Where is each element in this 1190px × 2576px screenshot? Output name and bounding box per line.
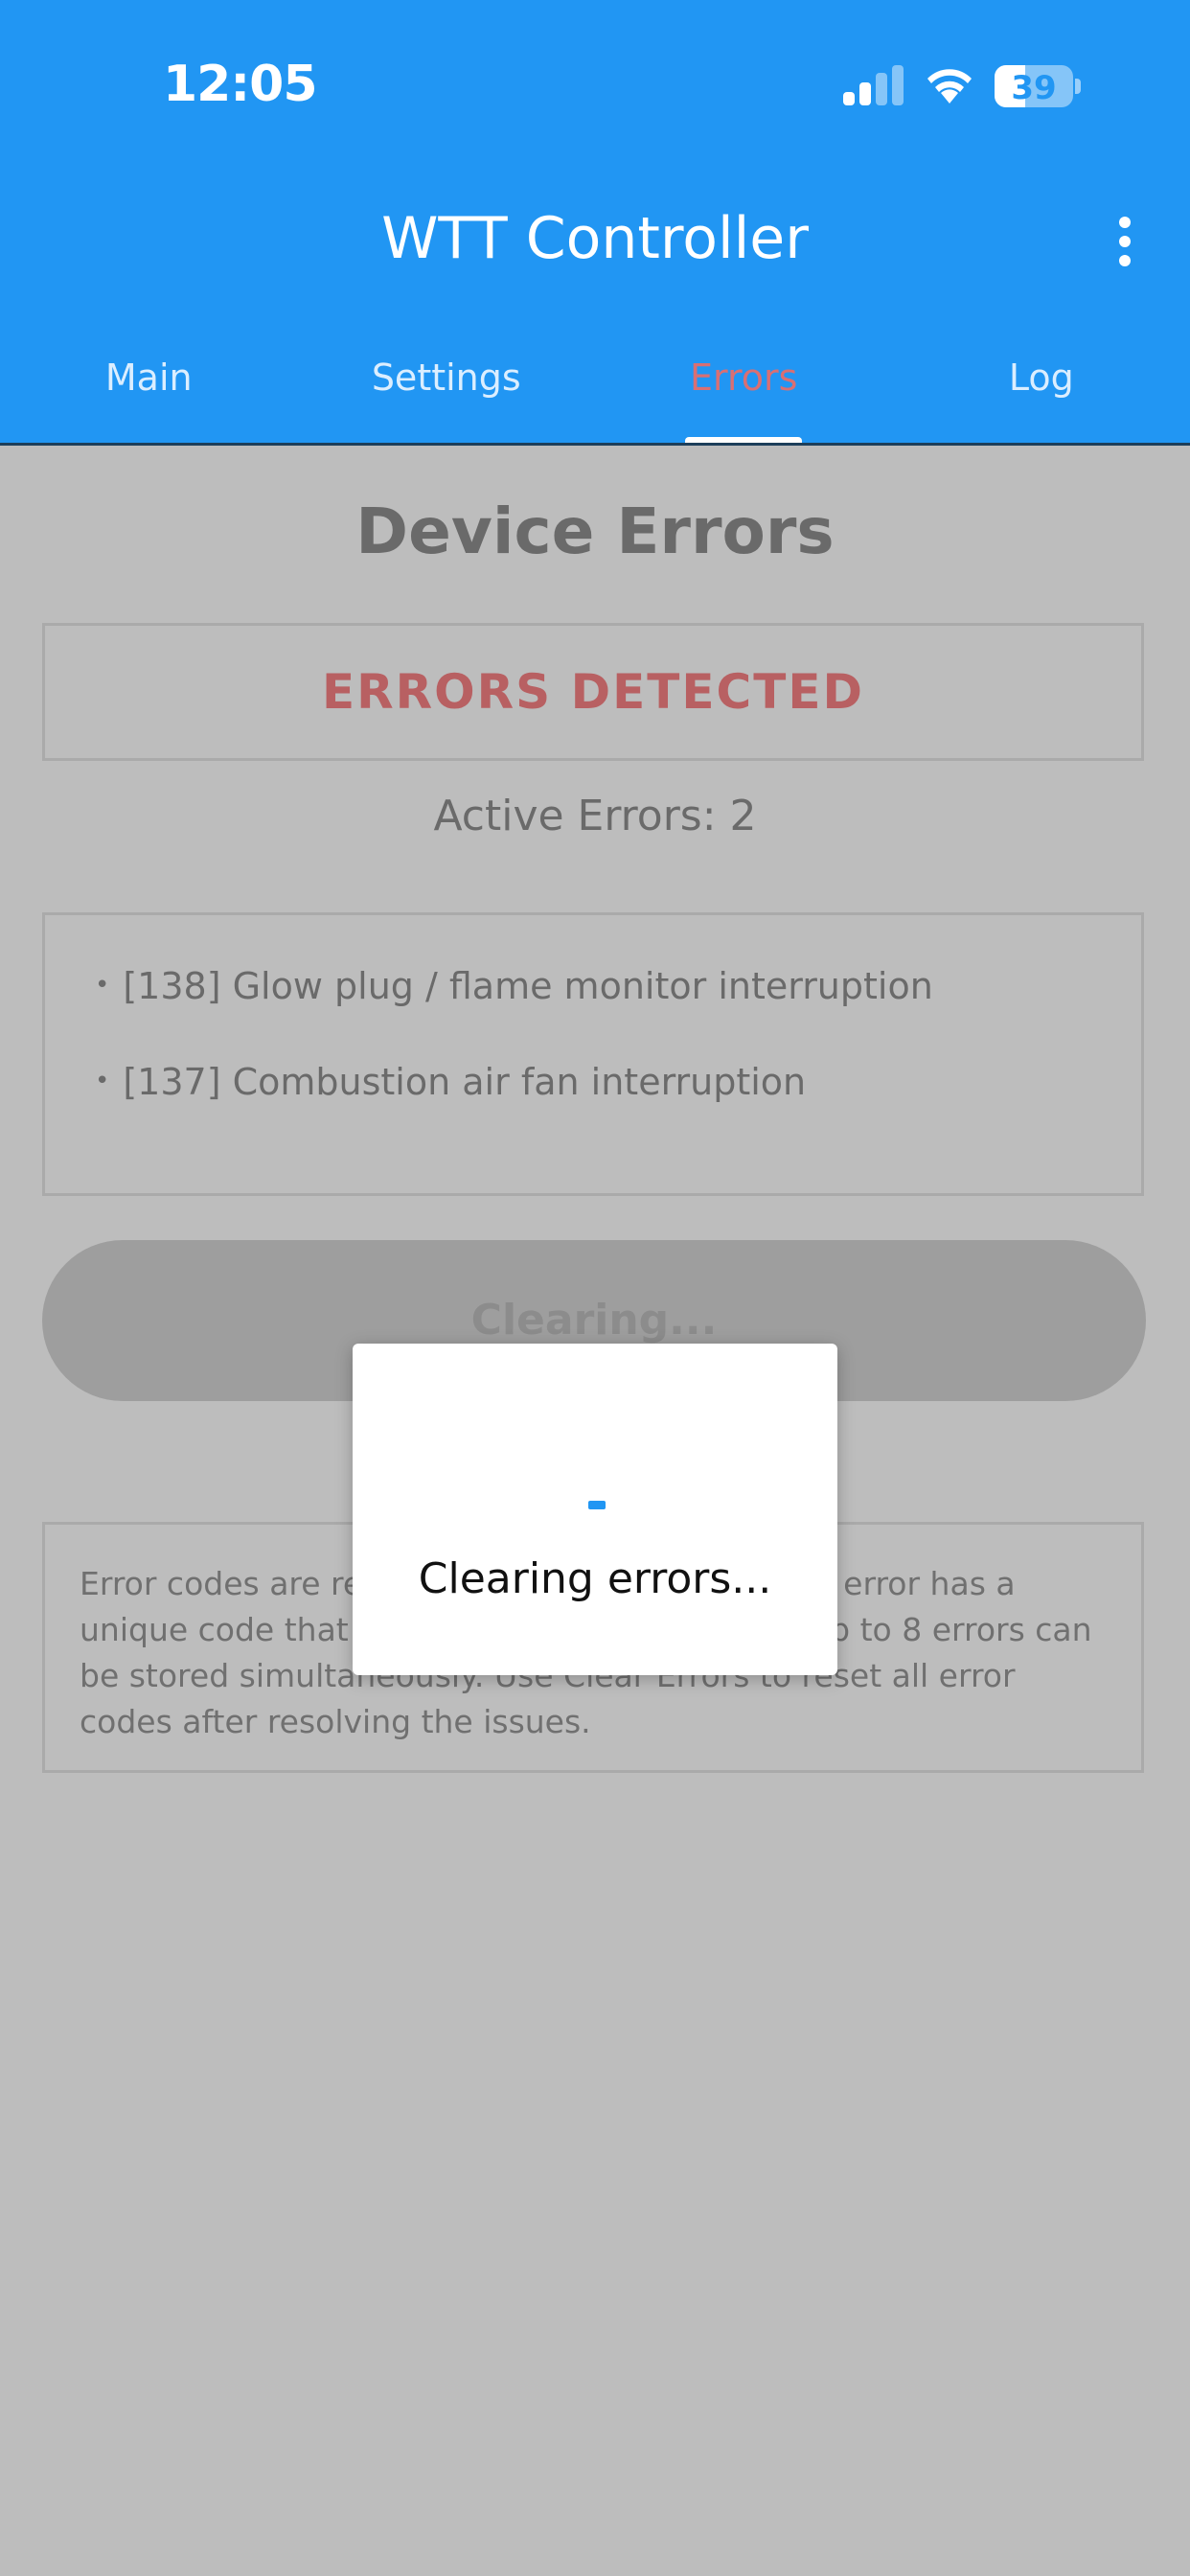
page-title: Device Errors bbox=[355, 494, 835, 568]
loading-spinner-icon bbox=[588, 1501, 606, 1509]
error-status-text: ERRORS DETECTED bbox=[322, 664, 864, 720]
status-time: 12:05 bbox=[163, 56, 318, 113]
tab-main[interactable]: Main bbox=[0, 345, 298, 443]
active-error-count: Active Errors: 2 bbox=[433, 792, 757, 840]
list-item: • [137] Combustion air fan interruption bbox=[95, 1061, 807, 1103]
wifi-icon bbox=[927, 69, 972, 104]
app-title: WTT Controller bbox=[381, 205, 809, 272]
list-item: • [138] Glow plug / flame monitor interru… bbox=[95, 965, 933, 1007]
cellular-signal-icon bbox=[843, 65, 904, 105]
clear-errors-label: Clearing... bbox=[470, 1296, 718, 1345]
app-bar: 12:05 39 WTT Controller Main Settings Er… bbox=[0, 0, 1190, 445]
progress-dialog: Clearing errors... bbox=[353, 1344, 837, 1675]
error-list: • [138] Glow plug / flame monitor interru… bbox=[42, 912, 1144, 1196]
error-text: [138] Glow plug / flame monitor interrup… bbox=[123, 965, 933, 1007]
error-text: [137] Combustion air fan interruption bbox=[123, 1061, 807, 1103]
tab-settings[interactable]: Settings bbox=[298, 345, 596, 443]
dialog-message: Clearing errors... bbox=[418, 1554, 772, 1603]
battery-icon: 39 bbox=[995, 65, 1073, 107]
battery-level: 39 bbox=[1011, 69, 1057, 107]
tab-bar: Main Settings Errors Log bbox=[0, 345, 1190, 443]
tab-log[interactable]: Log bbox=[893, 345, 1190, 443]
more-vertical-icon[interactable] bbox=[1110, 215, 1140, 270]
tab-errors[interactable]: Errors bbox=[595, 345, 893, 443]
error-status-box: ERRORS DETECTED bbox=[42, 623, 1144, 761]
